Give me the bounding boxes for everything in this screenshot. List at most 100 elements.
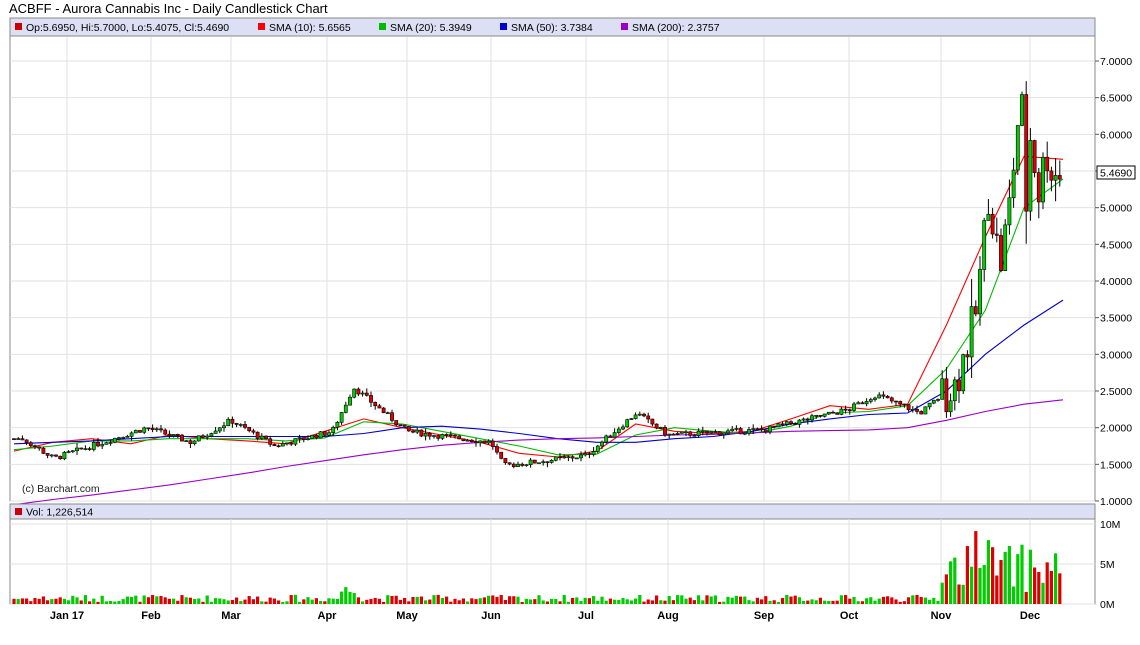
volume-bar	[302, 599, 306, 604]
candle-body	[915, 408, 919, 412]
candle-body	[658, 426, 663, 429]
candle-body	[373, 402, 378, 407]
copyright-credit: (c) Barchart.com	[22, 483, 100, 495]
volume-bar	[201, 601, 205, 604]
price-tick-label: 6.5000	[1100, 93, 1132, 105]
volume-bar	[92, 598, 96, 604]
candle-body	[511, 463, 516, 467]
volume-bar	[772, 600, 776, 604]
volume-bar	[701, 600, 705, 604]
volume-bar	[394, 595, 398, 604]
volume-bar	[1024, 591, 1028, 604]
volume-bar	[986, 540, 990, 604]
candle-body	[306, 438, 310, 440]
volume-bar	[991, 547, 995, 604]
volume-bar	[293, 594, 297, 604]
candle-body	[780, 423, 785, 426]
candle-body	[679, 431, 684, 434]
volume-bar	[957, 584, 961, 604]
volume-bar	[499, 594, 503, 604]
volume-bar	[898, 601, 902, 604]
price-tick-label: 4.5000	[1100, 239, 1132, 251]
candle-body	[180, 434, 184, 442]
candle-body	[608, 435, 613, 438]
volume-bar	[886, 596, 890, 604]
candle-body	[999, 235, 1003, 272]
volume-bar	[692, 600, 696, 604]
volume-bar	[1033, 567, 1037, 604]
candle-body	[230, 418, 235, 424]
volume-bar	[823, 600, 827, 604]
candle-body	[1045, 156, 1050, 172]
volume-bar	[310, 599, 314, 604]
candle-body	[587, 453, 592, 455]
volume-bar	[159, 596, 163, 604]
candle-body	[427, 432, 432, 437]
volume-bar	[142, 595, 146, 604]
month-label: Dec	[1020, 610, 1040, 622]
candle-body	[251, 430, 256, 433]
volume-bar	[726, 596, 730, 604]
candle-body	[847, 409, 852, 411]
candle-body	[335, 422, 340, 428]
volume-bar	[747, 600, 751, 604]
candle-body	[612, 432, 617, 438]
candle-body	[927, 402, 932, 408]
candle-body	[864, 401, 869, 405]
month-label: Sep	[754, 610, 774, 622]
candle-body	[188, 440, 193, 445]
candle-body	[671, 433, 676, 436]
candle-body	[1020, 94, 1024, 126]
legend-ohlc: Op:5.6950, Hi:5.7000, Lo:5.4075, Cl:5.46…	[26, 22, 229, 34]
candle-body	[209, 433, 214, 437]
volume-bar	[974, 531, 978, 604]
volume-bar	[62, 598, 66, 604]
legend-swatch-sma10	[258, 23, 265, 30]
volume-bar	[285, 601, 289, 604]
candle-body	[465, 439, 470, 442]
volume-bar	[180, 595, 184, 604]
volume-bar	[856, 601, 860, 604]
price-tick-label: 2.0000	[1100, 423, 1132, 435]
candle-body	[616, 428, 621, 433]
volume-bar	[449, 601, 453, 604]
candle-body	[482, 440, 487, 444]
candle-body	[406, 426, 411, 432]
volume-bar	[512, 596, 516, 604]
volume-bar	[516, 596, 520, 604]
volume-bar	[625, 599, 629, 604]
volume-bar	[558, 601, 562, 604]
candle-body	[705, 430, 709, 434]
candle-body	[726, 430, 730, 434]
candle-body	[154, 428, 159, 431]
volume-bar	[146, 597, 150, 604]
candle-body	[633, 414, 638, 419]
volume-bar	[541, 600, 545, 604]
volume-bar	[818, 597, 822, 604]
candle-body	[713, 431, 718, 433]
candle-body	[688, 431, 693, 436]
volume-bar	[1007, 546, 1011, 604]
candle-body	[226, 418, 231, 427]
volume-bar	[860, 601, 864, 604]
volume-bar	[83, 595, 87, 604]
volume-bar	[579, 601, 583, 604]
volume-bar	[117, 601, 121, 604]
volume-bar	[831, 600, 835, 604]
candle-body	[919, 411, 924, 415]
month-axis: Jan 17 Feb Mar Apr May Jun Jul Aug Sep Oct Nov Dec	[50, 610, 1040, 622]
volume-bar	[474, 599, 478, 604]
candle-body	[868, 399, 873, 402]
volume-bar	[482, 597, 486, 604]
volume-bar	[403, 597, 407, 604]
volume-bar	[621, 598, 625, 604]
last-price-label: 5.4690	[1100, 168, 1132, 180]
volume-bar	[71, 595, 75, 604]
volume-bar	[932, 597, 936, 604]
volume-bar	[461, 598, 465, 604]
volume-bar	[730, 597, 734, 604]
candle-body	[457, 435, 462, 440]
volume-bar	[319, 600, 323, 604]
candle-body	[390, 412, 394, 421]
volume-bar	[970, 566, 974, 604]
